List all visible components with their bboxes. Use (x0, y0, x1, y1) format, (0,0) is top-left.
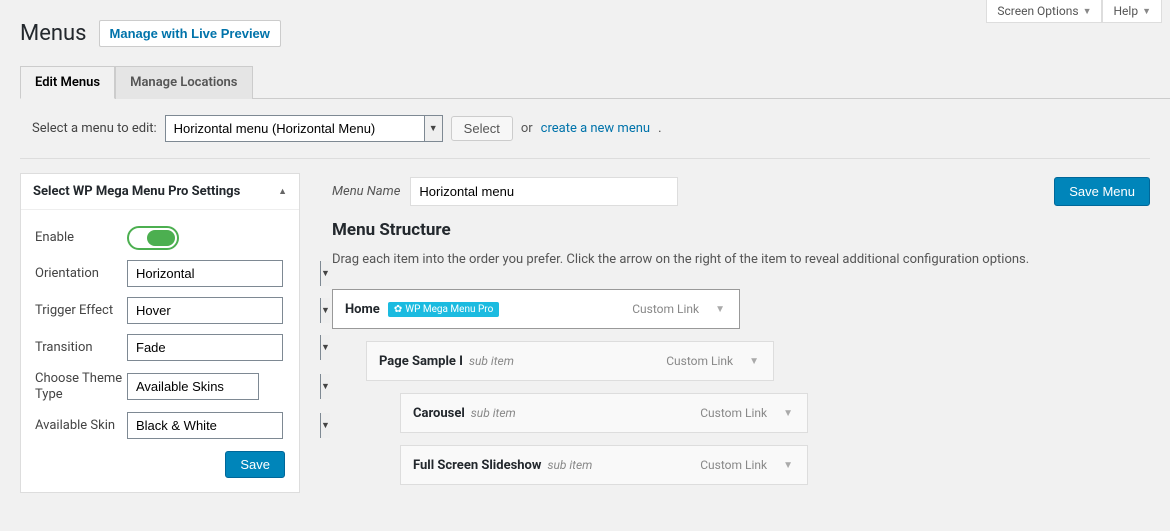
skin-value[interactable] (128, 413, 320, 438)
menu-item-type: Custom Link (700, 406, 767, 420)
enable-toggle[interactable] (127, 226, 179, 250)
select-menu-label: Select a menu to edit: (32, 121, 157, 136)
trigger-label: Trigger Effect (35, 303, 127, 319)
theme-type-value[interactable] (128, 374, 320, 399)
or-text: or (521, 121, 533, 136)
screen-options-label: Screen Options (997, 4, 1078, 18)
menu-item-title: Full Screen Slideshow (413, 458, 541, 473)
settings-heading: Select WP Mega Menu Pro Settings (33, 184, 240, 199)
gear-icon: ✿ (394, 304, 402, 315)
orientation-value[interactable] (128, 261, 320, 286)
menu-item-carousel[interactable]: Carousel sub item Custom Link ▼ (400, 393, 808, 433)
chevron-down-icon: ▼ (1142, 6, 1151, 17)
chevron-down-icon[interactable]: ▼ (424, 116, 442, 141)
menu-item-sub: sub item (471, 406, 516, 420)
settings-panel: Select WP Mega Menu Pro Settings ▲ Enabl… (20, 173, 300, 493)
menu-select-value[interactable] (166, 116, 424, 141)
structure-desc: Drag each item into the order you prefer… (332, 252, 1150, 267)
chevron-up-icon: ▲ (278, 186, 287, 197)
menu-item-type: Custom Link (666, 354, 733, 368)
screen-options-tab[interactable]: Screen Options ▼ (986, 0, 1102, 23)
save-settings-button[interactable]: Save (225, 451, 285, 478)
transition-label: Transition (35, 340, 127, 356)
select-button[interactable]: Select (451, 116, 513, 141)
skin-label: Available Skin (35, 418, 127, 434)
live-preview-button[interactable]: Manage with Live Preview (99, 20, 281, 47)
chevron-down-icon: ▼ (1083, 6, 1092, 17)
tab-manage-locations[interactable]: Manage Locations (115, 66, 252, 99)
menu-item-page-sample[interactable]: Page Sample I sub item Custom Link ▼ (366, 341, 774, 381)
settings-panel-toggle[interactable]: Select WP Mega Menu Pro Settings ▲ (21, 174, 299, 210)
trigger-select[interactable]: ▼ (127, 297, 283, 324)
theme-type-label: Choose Theme Type (35, 371, 127, 402)
skin-select[interactable]: ▼ (127, 412, 283, 439)
help-tab[interactable]: Help ▼ (1102, 0, 1162, 23)
structure-heading: Menu Structure (332, 220, 1150, 240)
menu-item-type: Custom Link (700, 458, 767, 472)
create-new-menu-link[interactable]: create a new menu (541, 121, 650, 136)
menu-select[interactable]: ▼ (165, 115, 443, 142)
help-label: Help (1113, 4, 1138, 18)
menu-item-sub: sub item (469, 354, 514, 368)
nav-tabs: Edit Menus Manage Locations (20, 65, 1170, 99)
save-menu-button[interactable]: Save Menu (1054, 177, 1150, 206)
trigger-value[interactable] (128, 298, 320, 323)
page-title: Menus (20, 21, 87, 46)
chevron-down-icon[interactable]: ▼ (779, 456, 797, 475)
transition-select[interactable]: ▼ (127, 334, 283, 361)
menu-item-title: Home (345, 302, 380, 317)
menu-item-type: Custom Link (632, 302, 699, 316)
toggle-knob (147, 230, 175, 246)
menu-name-input[interactable] (410, 177, 678, 206)
menu-item-slideshow[interactable]: Full Screen Slideshow sub item Custom Li… (400, 445, 808, 485)
mega-menu-badge[interactable]: ✿ WP Mega Menu Pro (388, 302, 499, 317)
tab-edit-menus[interactable]: Edit Menus (20, 66, 115, 99)
menu-item-title: Page Sample I (379, 354, 463, 369)
badge-label: WP Mega Menu Pro (405, 304, 493, 315)
chevron-down-icon[interactable]: ▼ (745, 352, 763, 371)
transition-value[interactable] (128, 335, 320, 360)
chevron-down-icon[interactable]: ▼ (711, 300, 729, 319)
menu-item-sub: sub item (547, 458, 592, 472)
menu-name-label: Menu Name (332, 184, 400, 199)
theme-type-select[interactable]: ▼ (127, 373, 259, 400)
enable-label: Enable (35, 230, 127, 246)
orientation-select[interactable]: ▼ (127, 260, 283, 287)
menu-item-title: Carousel (413, 406, 465, 421)
menu-item-home[interactable]: Home ✿ WP Mega Menu Pro Custom Link ▼ (332, 289, 740, 329)
chevron-down-icon[interactable]: ▼ (779, 404, 797, 423)
orientation-label: Orientation (35, 266, 127, 282)
